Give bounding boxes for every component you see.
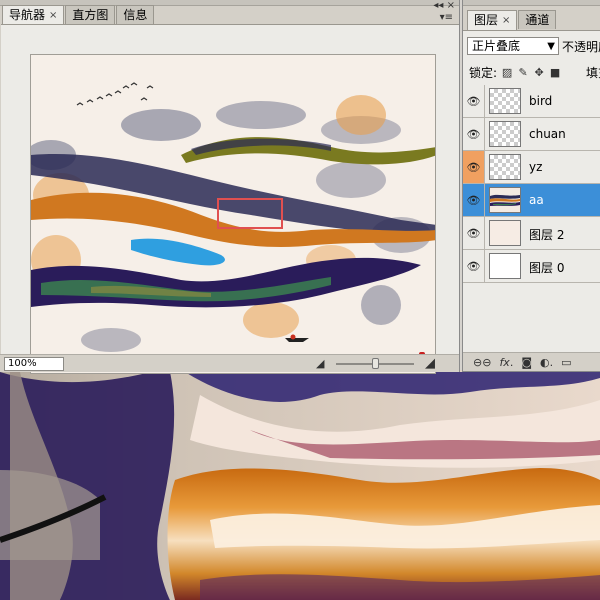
- layer-thumbnail: [489, 121, 521, 147]
- close-panel-icon[interactable]: ×: [447, 0, 455, 11]
- layer-thumbnail: [489, 154, 521, 180]
- tab-info-label: 信息: [123, 7, 148, 22]
- layer-thumbnail: [489, 88, 521, 114]
- navigator-preview[interactable]: [30, 54, 436, 374]
- layer-name: 图层 2: [529, 228, 565, 242]
- layer-row-layer0[interactable]: 👁 图层 0: [463, 250, 600, 283]
- layer-name: 图层 0: [529, 261, 565, 275]
- layer-thumbnail: [489, 187, 521, 213]
- layer-thumbnail: [489, 253, 521, 279]
- tab-histogram-label: 直方图: [72, 7, 109, 22]
- layers-drag-bar[interactable]: [463, 0, 600, 6]
- tab-navigator[interactable]: 导航器 ×: [2, 5, 65, 25]
- eye-icon: 👁: [466, 127, 481, 141]
- link-icon[interactable]: ⊖⊖: [473, 356, 491, 369]
- navigator-body: [1, 24, 459, 374]
- visibility-toggle[interactable]: 👁: [463, 118, 485, 150]
- layer-row-aa[interactable]: 👁 aa: [463, 184, 600, 217]
- tab-navigator-label: 导航器: [9, 8, 46, 22]
- layer-name: chuan: [529, 127, 566, 141]
- adjustment-icon[interactable]: ◐.: [540, 356, 553, 369]
- tab-histogram[interactable]: 直方图: [65, 5, 116, 24]
- eye-icon: 👁: [466, 160, 481, 174]
- eye-icon: 👁: [466, 259, 481, 273]
- layer-row-bird[interactable]: 👁 bird: [463, 85, 600, 118]
- blend-mode-value: 正片叠底: [472, 39, 521, 53]
- fill-label: 填充: [586, 66, 600, 80]
- layer-row-chuan[interactable]: 👁 chuan: [463, 118, 600, 151]
- eye-icon: 👁: [466, 94, 481, 108]
- layer-name: bird: [529, 94, 553, 108]
- layer-row-layer2[interactable]: 👁 图层 2: [463, 217, 600, 250]
- zoom-out-icon[interactable]: ◢: [316, 357, 324, 370]
- layers-body: 正片叠底 ▼ 不透明度 锁定: ▨ ✎ ✥ ■ 填充 👁 bird 👁 chua…: [463, 30, 600, 371]
- eye-icon: 👁: [466, 226, 481, 240]
- zoom-input[interactable]: 100%: [4, 357, 64, 371]
- navigator-tab-bar: 导航器 × 直方图 信息: [2, 5, 155, 25]
- layer-name: aa: [529, 193, 544, 207]
- lock-all-icon[interactable]: ■: [549, 66, 561, 79]
- navigator-view-box[interactable]: [217, 198, 283, 229]
- layer-row-yz[interactable]: 👁 yz: [463, 151, 600, 184]
- lock-transparency-icon[interactable]: ▨: [501, 66, 513, 79]
- layer-list: 👁 bird 👁 chuan 👁 yz 👁 aa 👁 图层 2 👁 图层 0: [463, 85, 600, 283]
- layer-thumbnail: [489, 220, 521, 246]
- layers-panel: 图层 × 通道 正片叠底 ▼ 不透明度 锁定: ▨ ✎ ✥ ■ 填充 👁 bir…: [462, 0, 600, 372]
- chevron-down-icon: ▼: [547, 41, 555, 52]
- tab-layers-label: 图层: [474, 13, 499, 27]
- visibility-toggle[interactable]: 👁: [463, 184, 485, 216]
- lock-brush-icon[interactable]: ✎: [517, 66, 529, 79]
- visibility-toggle[interactable]: 👁: [463, 250, 485, 282]
- layer-name: yz: [529, 160, 543, 174]
- lock-row: 锁定: ▨ ✎ ✥ ■: [469, 64, 561, 81]
- close-icon[interactable]: ×: [49, 7, 57, 24]
- fx-icon[interactable]: fx.: [499, 356, 513, 369]
- navigator-panel: 导航器 × 直方图 信息 ◂◂ × ▾≡ 100% ◢ ◢: [0, 0, 460, 374]
- panel-controls: ◂◂ ×: [433, 1, 455, 11]
- eye-icon: 👁: [466, 193, 481, 207]
- folder-icon[interactable]: ▭: [561, 356, 571, 369]
- layers-footer: ⊖⊖ fx. ◙ ◐. ▭: [463, 352, 600, 371]
- visibility-toggle[interactable]: 👁: [463, 151, 485, 183]
- layers-tab-bar: 图层 × 通道: [467, 10, 557, 30]
- zoom-slider-thumb[interactable]: [372, 358, 379, 369]
- visibility-toggle[interactable]: 👁: [463, 217, 485, 249]
- tab-channels-label: 通道: [525, 12, 550, 27]
- navigator-zoom-bar: 100% ◢ ◢: [0, 354, 459, 372]
- collapse-icon[interactable]: ◂◂: [433, 0, 443, 11]
- tab-info[interactable]: 信息: [116, 5, 155, 24]
- visibility-toggle[interactable]: 👁: [463, 85, 485, 117]
- tab-layers[interactable]: 图层 ×: [467, 10, 518, 30]
- opacity-label: 不透明度: [562, 40, 600, 54]
- lock-move-icon[interactable]: ✥: [533, 66, 545, 79]
- lock-label: 锁定:: [469, 66, 498, 80]
- mask-icon[interactable]: ◙: [521, 356, 532, 369]
- zoom-in-icon[interactable]: ◢: [425, 356, 435, 371]
- blend-mode-select[interactable]: 正片叠底 ▼: [467, 37, 559, 55]
- tab-channels[interactable]: 通道: [518, 10, 557, 29]
- close-icon[interactable]: ×: [502, 12, 510, 29]
- panel-menu-icon[interactable]: ▾≡: [440, 12, 453, 23]
